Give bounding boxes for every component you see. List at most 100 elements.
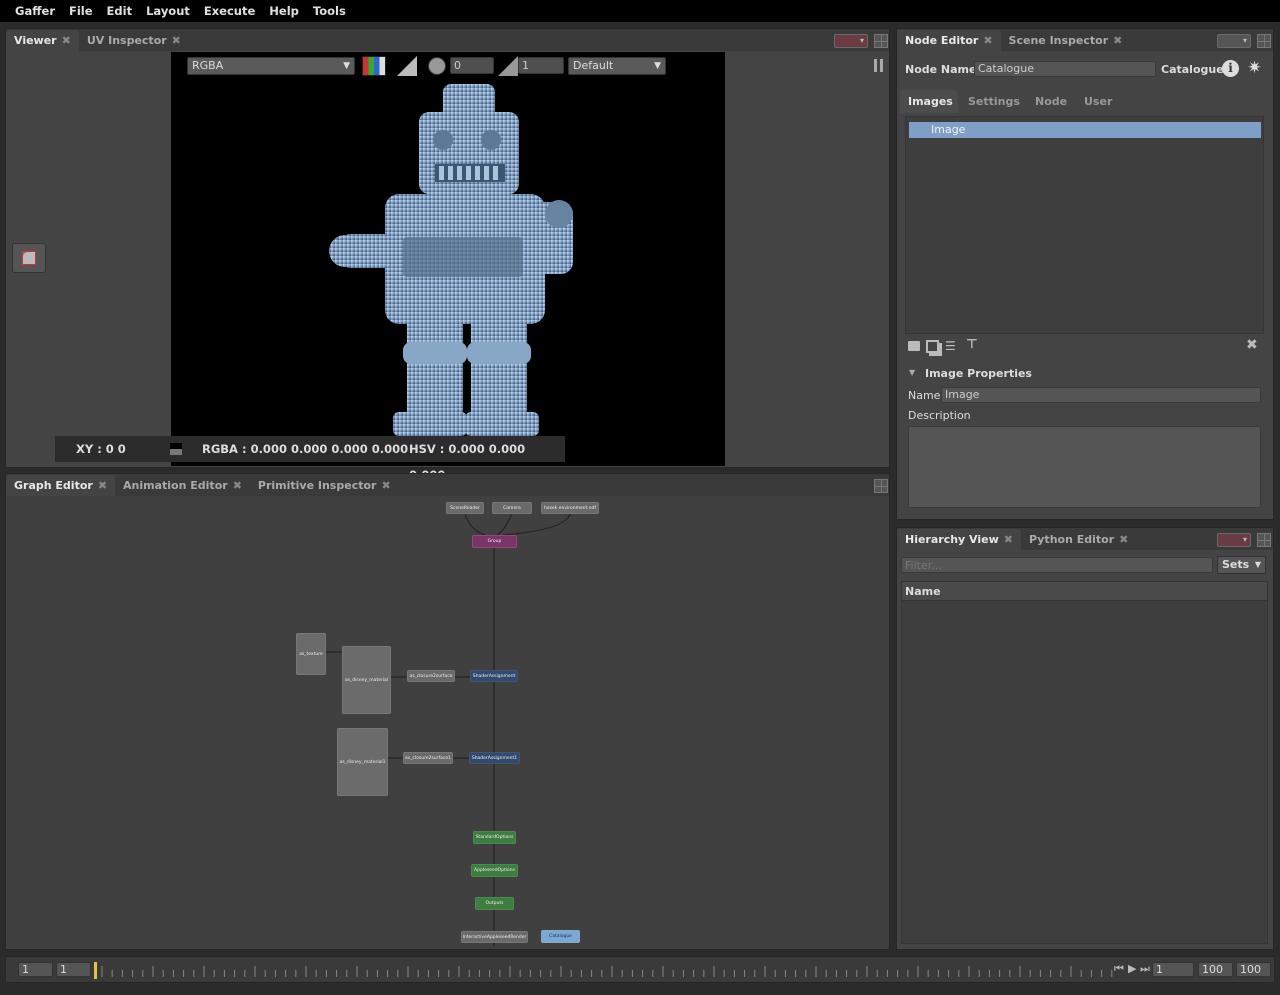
- gamma-field[interactable]: 1: [518, 57, 564, 74]
- close-icon[interactable]: ✖: [1119, 533, 1128, 546]
- crop-tool-icon[interactable]: [12, 243, 46, 273]
- tab-primitive-inspector[interactable]: Primitive Inspector ✖: [250, 475, 399, 496]
- tab-viewer[interactable]: Viewer ✖: [6, 30, 79, 51]
- step-forward-icon[interactable]: ⏭: [1140, 962, 1150, 976]
- node-type-label: Catalogue: [1161, 63, 1224, 76]
- close-icon[interactable]: ✖: [62, 34, 71, 47]
- layout-icon[interactable]: [1257, 34, 1271, 48]
- image-list[interactable]: [905, 116, 1264, 334]
- close-icon[interactable]: ✖: [983, 34, 992, 47]
- sets-dropdown[interactable]: Sets ▼: [1217, 556, 1266, 574]
- menu-file[interactable]: File: [62, 4, 100, 18]
- current-frame-field[interactable]: 1: [1152, 962, 1194, 977]
- subtab-images[interactable]: Images: [908, 95, 953, 108]
- node-as-closure2surface[interactable]: as_closure2surface: [407, 670, 455, 682]
- start-field[interactable]: 1: [56, 962, 91, 977]
- close-icon[interactable]: ✖: [98, 479, 107, 492]
- subtab-settings[interactable]: Settings: [968, 95, 1020, 108]
- menu-layout[interactable]: Layout: [139, 4, 197, 18]
- play-icon[interactable]: ▶: [1128, 962, 1136, 976]
- import-icon[interactable]: ⊤: [966, 338, 980, 354]
- node-standard-options[interactable]: StandardOptions: [473, 831, 516, 844]
- color-swatch-icon[interactable]: [362, 56, 386, 76]
- close-icon[interactable]: ✖: [1113, 34, 1122, 47]
- info-icon[interactable]: i: [1222, 60, 1239, 77]
- tab-python-editor[interactable]: Python Editor ✖: [1021, 529, 1136, 550]
- close-icon[interactable]: ✖: [233, 479, 242, 492]
- duplicate-icon[interactable]: [926, 340, 939, 353]
- exposure-field[interactable]: 0: [450, 57, 494, 74]
- node-scenereader[interactable]: SceneReader: [446, 502, 484, 514]
- tab-label: Animation Editor: [123, 479, 228, 492]
- node-group[interactable]: Group: [472, 535, 517, 548]
- menu-execute[interactable]: Execute: [197, 4, 262, 18]
- node-outputs[interactable]: Outputs: [475, 897, 514, 910]
- image-list-item[interactable]: Image: [909, 122, 1261, 138]
- close-icon[interactable]: ✖: [1004, 533, 1013, 546]
- pixel-info-bar: XY : 0 0 RGBA : 0.000 0.000 0.000 0.000 …: [55, 436, 565, 482]
- tab-node-editor[interactable]: Node Editor ✖: [897, 30, 1001, 51]
- graph-canvas[interactable]: [6, 496, 889, 949]
- start-outer-field[interactable]: 1: [18, 962, 53, 977]
- section-image-properties[interactable]: Image Properties: [925, 367, 1032, 380]
- node-as-closure2surface1[interactable]: as_closure2surface1: [403, 752, 453, 764]
- export-icon[interactable]: ☰: [945, 340, 961, 353]
- end-outer-field[interactable]: 100: [1236, 962, 1271, 977]
- menu-gaffer[interactable]: Gaffer: [8, 4, 62, 18]
- hierarchy-tree[interactable]: [901, 581, 1268, 944]
- folder-icon[interactable]: [908, 341, 920, 351]
- node-as-disney-material[interactable]: as_disney_material: [342, 646, 391, 714]
- layout-menu-button[interactable]: ▾: [834, 34, 868, 48]
- viewer-canvas[interactable]: [171, 52, 725, 466]
- tab-label: Graph Editor: [14, 479, 93, 492]
- node-interactive-appleseed-render[interactable]: InteractiveAppleseedRender: [461, 931, 528, 943]
- layout-icon[interactable]: [874, 479, 888, 493]
- end-field[interactable]: 100: [1198, 962, 1233, 977]
- subtab-node[interactable]: Node: [1035, 95, 1067, 108]
- node-name-input[interactable]: Catalogue: [974, 61, 1156, 77]
- layout-menu-button[interactable]: ▾: [1217, 34, 1251, 48]
- description-input[interactable]: [908, 426, 1261, 508]
- image-name-input[interactable]: Image: [941, 387, 1261, 403]
- tab-label: Hierarchy View: [905, 533, 999, 546]
- node-appleseed-options[interactable]: AppleseedOptions: [471, 864, 518, 877]
- node-shader-assignment[interactable]: ShaderAssignment: [470, 670, 518, 682]
- subtab-user[interactable]: User: [1084, 95, 1112, 108]
- node-catalogue[interactable]: Catalogue: [541, 930, 580, 943]
- node-as-disney-material1[interactable]: as_disney_material1: [337, 728, 388, 796]
- menu-tools[interactable]: Tools: [306, 4, 353, 18]
- menu-edit[interactable]: Edit: [100, 4, 140, 18]
- close-icon[interactable]: ✖: [172, 34, 181, 47]
- collapse-arrow-icon[interactable]: ▼: [909, 368, 915, 377]
- tab-scene-inspector[interactable]: Scene Inspector ✖: [1001, 30, 1131, 51]
- pause-icon[interactable]: [874, 59, 884, 72]
- channels-dropdown[interactable]: RGBA ▼: [187, 57, 355, 75]
- node-camera[interactable]: Camera: [492, 502, 532, 514]
- display-transform-dropdown[interactable]: Default ▼: [568, 57, 666, 75]
- layout-icon[interactable]: [874, 34, 888, 48]
- layout-icon[interactable]: [1257, 533, 1271, 547]
- exposure-icon-toggle[interactable]: [397, 56, 417, 76]
- playhead[interactable]: [94, 962, 97, 979]
- pixel-rgba: RGBA : 0.000 0.000 0.000 0.000: [202, 442, 409, 456]
- focus-menu-button[interactable]: ▾: [1217, 533, 1251, 547]
- filter-input[interactable]: [901, 557, 1213, 573]
- step-back-icon[interactable]: ⏮: [1114, 962, 1124, 976]
- node-hosek-environment-edf[interactable]: hosek environment edf: [541, 502, 599, 514]
- sets-label: Sets: [1222, 558, 1250, 571]
- close-icon[interactable]: ✖: [381, 479, 390, 492]
- node-as-texture[interactable]: as_texture: [296, 633, 326, 675]
- menu-help[interactable]: Help: [262, 4, 306, 18]
- gamma-icon[interactable]: [498, 56, 518, 76]
- hierarchy-column-header[interactable]: Name: [902, 582, 1267, 601]
- gear-icon[interactable]: ✷: [1245, 59, 1264, 78]
- tab-graph-editor[interactable]: Graph Editor ✖: [6, 475, 116, 496]
- tab-animation-editor[interactable]: Animation Editor ✖: [115, 475, 250, 496]
- exposure-icon[interactable]: [428, 57, 446, 75]
- node-shader-assignment1[interactable]: ShaderAssignment1: [469, 752, 520, 764]
- tab-hierarchy-view[interactable]: Hierarchy View ✖: [897, 529, 1021, 550]
- description-label: Description: [908, 409, 971, 422]
- tab-uv-inspector[interactable]: UV Inspector ✖: [79, 30, 189, 51]
- frame-slider[interactable]: [94, 960, 1114, 980]
- delete-icon[interactable]: ✖: [1246, 338, 1260, 352]
